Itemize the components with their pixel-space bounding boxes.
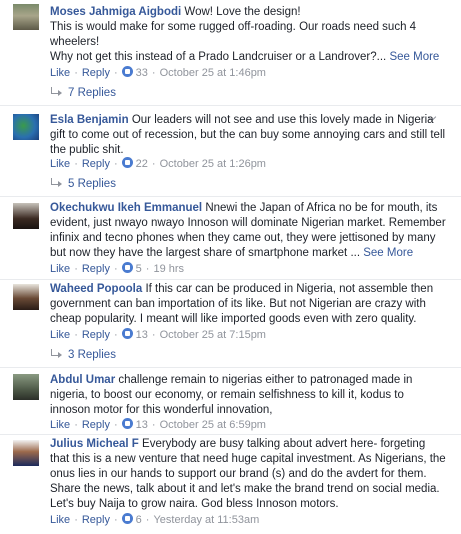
comment-text: Waheed Popoola If this car can be produc… bbox=[50, 282, 446, 327]
comment-text: Moses Jahmiga Aigbodi Wow! Love the desi… bbox=[50, 5, 446, 65]
like-link[interactable]: Like bbox=[50, 329, 70, 341]
timestamp[interactable]: October 25 at 1:26pm bbox=[160, 158, 266, 170]
author-name[interactable]: Julius Micheal F bbox=[50, 438, 139, 450]
divider bbox=[0, 279, 461, 280]
reply-link[interactable]: Reply bbox=[82, 514, 110, 526]
reply-arrow-icon bbox=[50, 178, 62, 187]
comment-text: Julius Micheal F Everybody are busy talk… bbox=[50, 437, 446, 512]
see-more-link[interactable]: See More bbox=[389, 51, 439, 63]
comment-body-line: This is would make for some rugged off-r… bbox=[50, 21, 417, 48]
like-reaction-icon bbox=[121, 513, 133, 524]
like-link[interactable]: Like bbox=[50, 263, 70, 275]
avatar[interactable] bbox=[13, 203, 39, 229]
author-name[interactable]: Okechukwu Ikeh Emmanuel bbox=[50, 202, 202, 214]
avatar[interactable] bbox=[13, 114, 39, 140]
reaction-count[interactable]: 6 bbox=[136, 514, 142, 526]
like-reaction-icon bbox=[121, 157, 133, 168]
avatar[interactable] bbox=[13, 4, 39, 30]
comment-actions: Like · Reply · 5 · 19 hrs bbox=[50, 262, 185, 275]
reply-link[interactable]: Reply bbox=[82, 67, 110, 79]
divider bbox=[0, 105, 461, 106]
reply-link[interactable]: Reply bbox=[82, 329, 110, 341]
divider bbox=[0, 196, 461, 197]
like-link[interactable]: Like bbox=[50, 158, 70, 170]
reaction-count[interactable]: 5 bbox=[136, 263, 142, 275]
comment-text: Abdul Umar challenge remain to nigerias … bbox=[50, 373, 446, 418]
reaction-count[interactable]: 22 bbox=[136, 158, 148, 170]
comment-actions: Like · Reply · 22 · October 25 at 1:26pm bbox=[50, 157, 266, 170]
like-reaction-icon bbox=[121, 262, 133, 273]
like-link[interactable]: Like bbox=[50, 67, 70, 79]
avatar[interactable] bbox=[13, 284, 39, 310]
like-reaction-icon bbox=[121, 328, 133, 339]
replies-count[interactable]: 3 Replies bbox=[68, 349, 116, 361]
avatar[interactable] bbox=[13, 374, 39, 400]
timestamp[interactable]: Yesterday at 11:53am bbox=[153, 514, 259, 526]
author-name[interactable]: Moses Jahmiga Aigbodi bbox=[50, 6, 181, 18]
view-replies-link[interactable]: 7 Replies bbox=[50, 86, 116, 100]
reply-arrow-icon bbox=[50, 349, 62, 358]
comment-actions: Like · Reply · 13 · October 25 at 6:59pm bbox=[50, 418, 266, 431]
reply-link[interactable]: Reply bbox=[82, 263, 110, 275]
timestamp[interactable]: 19 hrs bbox=[153, 263, 184, 275]
author-name[interactable]: Abdul Umar bbox=[50, 374, 115, 386]
comment-body-line: Wow! Love the design! bbox=[184, 6, 301, 18]
divider bbox=[0, 367, 461, 368]
reply-link[interactable]: Reply bbox=[82, 419, 110, 431]
author-name[interactable]: Waheed Popoola bbox=[50, 283, 142, 295]
timestamp[interactable]: October 25 at 7:15pm bbox=[160, 329, 266, 341]
reaction-count[interactable]: 13 bbox=[136, 419, 148, 431]
like-link[interactable]: Like bbox=[50, 514, 70, 526]
like-reaction-icon bbox=[121, 418, 133, 429]
replies-count[interactable]: 7 Replies bbox=[68, 87, 116, 99]
replies-count[interactable]: 5 Replies bbox=[68, 178, 116, 190]
comment-text: Esla Benjamin Our leaders will not see a… bbox=[50, 113, 446, 158]
view-replies-link[interactable]: 3 Replies bbox=[50, 348, 116, 362]
avatar[interactable] bbox=[13, 440, 39, 466]
like-link[interactable]: Like bbox=[50, 419, 70, 431]
like-reaction-icon bbox=[121, 66, 133, 77]
reaction-count[interactable]: 33 bbox=[136, 67, 148, 79]
comment-text: Okechukwu Ikeh Emmanuel Nnewi the Japan … bbox=[50, 201, 446, 261]
comment-actions: Like · Reply · 13 · October 25 at 7:15pm bbox=[50, 328, 266, 341]
timestamp[interactable]: October 25 at 1:46pm bbox=[160, 67, 266, 79]
comment-body-line: Why not get this instead of a Prado Land… bbox=[50, 51, 387, 63]
reply-link[interactable]: Reply bbox=[82, 158, 110, 170]
see-more-link[interactable]: See More bbox=[363, 247, 413, 259]
comment-actions: Like · Reply · 33 · October 25 at 1:46pm bbox=[50, 66, 266, 79]
timestamp[interactable]: October 25 at 6:59pm bbox=[160, 419, 266, 431]
view-replies-link[interactable]: 5 Replies bbox=[50, 177, 116, 191]
reply-arrow-icon bbox=[50, 87, 62, 96]
divider bbox=[0, 434, 461, 435]
comment-actions: Like · Reply · 6 · Yesterday at 11:53am bbox=[50, 513, 260, 526]
reaction-count[interactable]: 13 bbox=[136, 329, 148, 341]
author-name[interactable]: Esla Benjamin bbox=[50, 114, 129, 126]
